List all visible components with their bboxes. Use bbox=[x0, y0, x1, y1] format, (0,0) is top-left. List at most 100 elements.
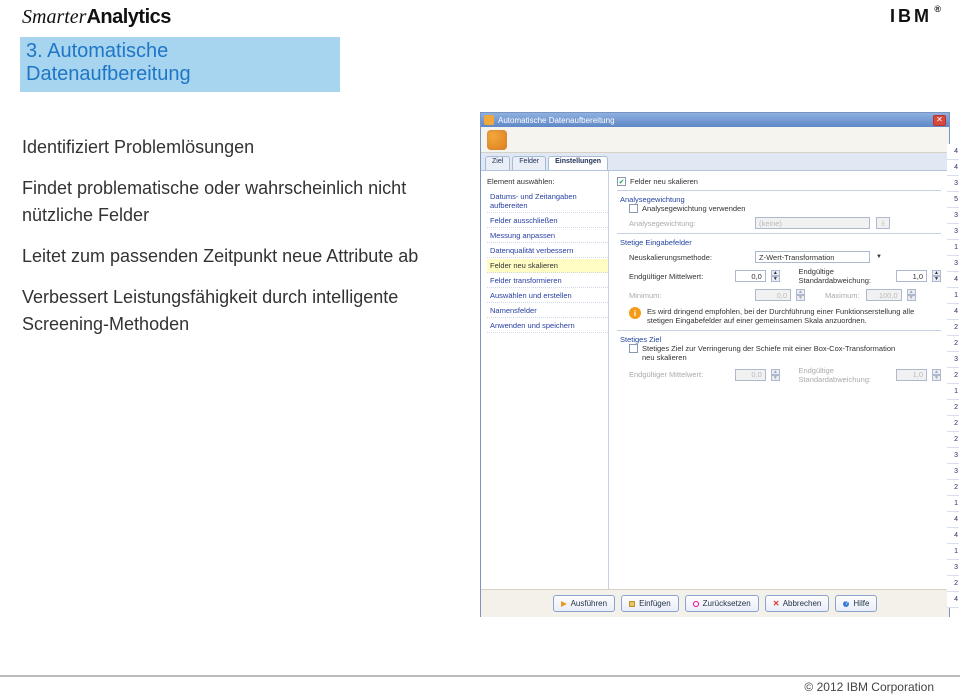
left-item-names[interactable]: Namensfelder bbox=[487, 304, 608, 318]
gear-icon[interactable] bbox=[487, 130, 507, 150]
left-item-rescale[interactable]: Felder neu skalieren bbox=[487, 259, 608, 273]
max-input[interactable]: 100,0 bbox=[866, 289, 902, 301]
max-spinner[interactable]: ▲▼ bbox=[907, 289, 916, 301]
footer-copyright: © 2012 IBM Corporation bbox=[0, 675, 960, 694]
edge-number: 1 bbox=[947, 544, 959, 560]
cancel-label: Abbrechen bbox=[783, 599, 822, 608]
edge-number: 3 bbox=[947, 176, 959, 192]
edge-number: 2 bbox=[947, 432, 959, 448]
brand: Smarter Analytics bbox=[22, 6, 171, 29]
close-icon[interactable]: ✕ bbox=[933, 115, 946, 126]
paste-button[interactable]: Einfügen bbox=[621, 595, 679, 612]
weight-select[interactable]: (keine) bbox=[755, 217, 870, 229]
ibm-logo: IBM bbox=[890, 6, 932, 27]
edge-number: 4 bbox=[947, 528, 959, 544]
edge-number: 3 bbox=[947, 352, 959, 368]
tab-ziel[interactable]: Ziel bbox=[485, 156, 510, 170]
method-label: Neuskalierungsmethode: bbox=[629, 253, 749, 262]
edge-number: 2 bbox=[947, 480, 959, 496]
cancel-icon: ✕ bbox=[773, 601, 779, 607]
t-std-input[interactable]: 1,0 bbox=[896, 369, 927, 381]
right-panel: ✔ Felder neu skalieren Analysegewichtung… bbox=[609, 171, 949, 589]
paste-label: Einfügen bbox=[639, 599, 671, 608]
run-button[interactable]: Ausführen bbox=[553, 595, 615, 612]
left-item-select[interactable]: Auswählen und erstellen bbox=[487, 289, 608, 303]
section-title-banner: 3. Automatische Datenaufbereitung bbox=[20, 37, 340, 92]
edge-number: 3 bbox=[947, 208, 959, 224]
fieldset-target-title: Stetiges Ziel bbox=[617, 335, 664, 344]
left-item-exclude[interactable]: Felder ausschließen bbox=[487, 214, 608, 228]
min-input[interactable]: 0,0 bbox=[755, 289, 791, 301]
edge-number: 1 bbox=[947, 384, 959, 400]
edge-number: 3 bbox=[947, 464, 959, 480]
edge-number: 3 bbox=[947, 560, 959, 576]
edge-number: 2 bbox=[947, 400, 959, 416]
dialog-titlebar[interactable]: Automatische Datenaufbereitung ✕ bbox=[481, 113, 949, 127]
left-item-apply[interactable]: Anwenden und speichern bbox=[487, 319, 608, 333]
help-icon: ? bbox=[843, 601, 849, 607]
play-icon bbox=[561, 601, 567, 607]
edge-number: 1 bbox=[947, 496, 959, 512]
t-std-label: Endgültige Standardabweichung: bbox=[798, 366, 889, 384]
edge-number: 2 bbox=[947, 336, 959, 352]
checkbox-target[interactable] bbox=[629, 344, 638, 353]
edge-number: 3 bbox=[947, 256, 959, 272]
edge-number: 4 bbox=[947, 512, 959, 528]
edge-number: 2 bbox=[947, 320, 959, 336]
edge-number: 2 bbox=[947, 576, 959, 592]
dialog-icon bbox=[484, 115, 494, 125]
t-mean-spinner[interactable]: ▲▼ bbox=[771, 369, 780, 381]
help-button[interactable]: ? Hilfe bbox=[835, 595, 877, 612]
left-item-measure[interactable]: Messung anpassen bbox=[487, 229, 608, 243]
weight-picker-button[interactable]: ⤓ bbox=[876, 217, 890, 229]
left-item-transform[interactable]: Felder transformieren bbox=[487, 274, 608, 288]
edge-number: 4 bbox=[947, 272, 959, 288]
dialog-window: Automatische Datenaufbereitung ✕ Ziel Fe… bbox=[480, 112, 950, 617]
brand-part2: Analytics bbox=[86, 6, 170, 29]
std-label: Endgültige Standardabweichung: bbox=[798, 267, 889, 285]
min-spinner[interactable]: ▲▼ bbox=[796, 289, 805, 301]
std-spinner[interactable]: ▲▼ bbox=[932, 270, 941, 282]
cancel-button[interactable]: ✕ Abbrechen bbox=[765, 595, 830, 612]
std-input[interactable]: 1,0 bbox=[896, 270, 927, 282]
t-std-spinner[interactable]: ▲▼ bbox=[932, 369, 941, 381]
left-panel: Element auswählen: Datums- und Zeitangab… bbox=[481, 171, 609, 589]
reset-icon bbox=[693, 601, 699, 607]
mean-spinner[interactable]: ▲▼ bbox=[771, 270, 780, 282]
dialog-button-bar: Ausführen Einfügen Zurücksetzen ✕ Abbrech… bbox=[481, 589, 949, 617]
edge-number: 4 bbox=[947, 160, 959, 176]
t-mean-label: Endgültiger Mittelwert: bbox=[629, 370, 729, 379]
paste-icon bbox=[629, 601, 635, 607]
bullet-4: Verbessert Leistungsfähigkeit durch inte… bbox=[22, 284, 442, 338]
run-label: Ausführen bbox=[571, 599, 607, 608]
weight-label: Analysegewichtung: bbox=[629, 219, 749, 228]
bullet-2: Findet problematische oder wahrscheinlic… bbox=[22, 175, 442, 229]
edge-numbers-column: 44353313414223212223321441324 bbox=[947, 144, 959, 608]
checkbox-weight[interactable] bbox=[629, 204, 638, 213]
bullet-1: Identifiziert Problemlösungen bbox=[22, 134, 442, 161]
bullet-3: Leitet zum passenden Zeitpunkt neue Attr… bbox=[22, 243, 442, 270]
section-title: 3. Automatische Datenaufbereitung bbox=[26, 40, 334, 86]
tab-bar: Ziel Felder Einstellungen bbox=[481, 153, 949, 171]
info-text: Es wird dringend empfohlen, bei der Durc… bbox=[647, 307, 941, 326]
reset-button[interactable]: Zurücksetzen bbox=[685, 595, 759, 612]
checkbox-rescale[interactable]: ✔ bbox=[617, 177, 626, 186]
info-icon: i bbox=[629, 307, 641, 319]
t-mean-input[interactable]: 0,0 bbox=[735, 369, 766, 381]
left-panel-title: Element auswählen: bbox=[487, 177, 608, 186]
mean-label: Endgültiger Mittelwert: bbox=[629, 272, 729, 281]
edge-number: 2 bbox=[947, 416, 959, 432]
mean-input[interactable]: 0,0 bbox=[735, 270, 766, 282]
tab-felder[interactable]: Felder bbox=[512, 156, 546, 170]
left-item-dates[interactable]: Datums- und Zeitangaben aufbereiten bbox=[487, 190, 608, 213]
checkbox-rescale-label: Felder neu skalieren bbox=[630, 177, 698, 186]
help-label: Hilfe bbox=[853, 599, 869, 608]
tab-einstellungen[interactable]: Einstellungen bbox=[548, 156, 608, 170]
left-item-quality[interactable]: Datenqualität verbessern bbox=[487, 244, 608, 258]
edge-number: 2 bbox=[947, 368, 959, 384]
chevron-down-icon[interactable]: ▼ bbox=[876, 254, 882, 260]
max-label: Maximum: bbox=[825, 291, 860, 300]
method-select[interactable]: Z-Wert-Transformation bbox=[755, 251, 870, 263]
dialog-toolbar bbox=[481, 127, 949, 153]
body-text: Identifiziert Problemlösungen Findet pro… bbox=[22, 134, 442, 338]
